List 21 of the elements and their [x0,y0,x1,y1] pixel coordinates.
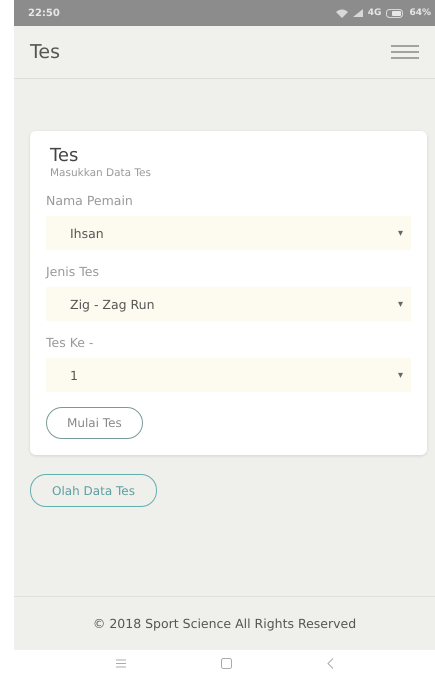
field-label: Nama Pemain [46,193,134,208]
field-label: Tes Ke - [46,335,94,350]
card-title: Tes [49,145,80,167]
network-type: 4G [368,8,382,18]
app-title: Tes [30,41,60,63]
wifi-icon [336,8,348,18]
card-subtitle: Masukkan Data Tes [49,167,152,179]
status-time: 22:50 [28,8,60,18]
select-field[interactable]: Zig - Zag Run ▾ [46,287,411,321]
battery-percent: 64% [409,8,431,18]
signal-icon [352,9,363,17]
select-field[interactable]: Ihsan ▾ [46,216,411,250]
field-label: Jenis Tes [46,264,100,279]
back-icon[interactable] [326,658,334,668]
copyright-text: © 2018 Sport Science All Rights Reserved [92,616,356,631]
menu-icon[interactable] [391,45,419,59]
menu-icon[interactable] [116,658,126,668]
home-icon[interactable] [220,658,232,668]
battery-icon [386,8,404,18]
start-button[interactable]: Mulai Tes [46,407,143,439]
select-field[interactable]: 1 ▾ [46,358,411,392]
